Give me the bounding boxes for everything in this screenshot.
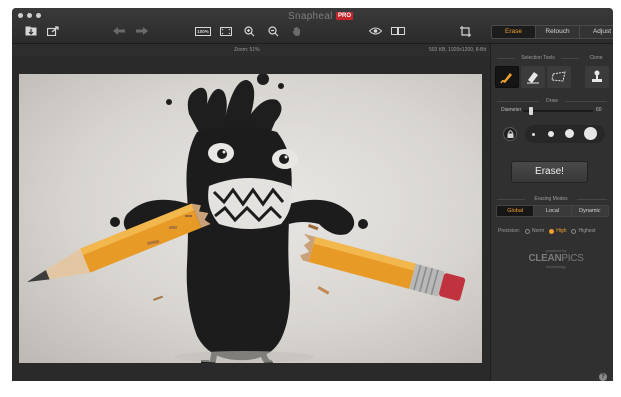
crop-icon (459, 25, 471, 37)
logo-name-bold: CLEAN (528, 253, 562, 264)
app-window: Snapheal PRO 100% Erase Retouch Adjust Z… (12, 8, 613, 381)
lasso-tool-button[interactable] (547, 66, 571, 88)
preview-button[interactable] (367, 24, 383, 38)
undo-icon (113, 27, 125, 35)
diameter-slider[interactable] (523, 110, 593, 112)
precision-norm-radio[interactable] (524, 228, 530, 234)
precision-label: Precision: (498, 228, 520, 234)
precision-high-radio[interactable] (549, 228, 555, 234)
zoom-window-button[interactable] (36, 13, 41, 18)
pro-badge: PRO (336, 12, 354, 20)
clone-label: Clone (589, 55, 603, 61)
help-button[interactable]: ? (599, 373, 607, 381)
mode-global[interactable]: Global (497, 206, 535, 216)
redo-button[interactable] (134, 24, 150, 38)
erase-panel: Selection Tools Clone Draw Diameter 60 E… (490, 44, 613, 381)
eraser-icon (527, 72, 539, 84)
title-bar: Snapheal PRO 100% Erase Retouch Adjust (12, 8, 613, 44)
tab-erase[interactable]: Erase (492, 26, 536, 38)
app-title: Snapheal (288, 11, 333, 22)
crop-button[interactable] (458, 24, 472, 38)
import-icon (25, 26, 37, 36)
selection-tools-label: Selection Tools (521, 55, 555, 61)
logo-subline: technology (546, 264, 566, 269)
stamp-icon (592, 70, 602, 82)
info-bar: Zoom: 51% 503 KB, 1920x1200, 8-Bit (12, 44, 490, 56)
undo-button[interactable] (111, 24, 127, 38)
import-button[interactable] (24, 24, 38, 38)
brush-tool-button[interactable] (495, 66, 519, 88)
cleanpics-logo: powered by CLEANPICS technology (526, 248, 586, 270)
diameter-value: 60 (596, 107, 602, 113)
zoom-out-icon (267, 25, 278, 36)
draw-label: Draw (546, 98, 558, 104)
precision-row: Precision: Norm High Highest (498, 228, 595, 234)
diameter-slider-thumb[interactable] (529, 107, 534, 115)
actual-size-icon: 100% (195, 26, 211, 36)
compare-button[interactable] (390, 24, 406, 38)
logo-name-thin: PICS (561, 253, 584, 264)
share-button[interactable] (46, 24, 60, 38)
preview-eye-icon (368, 27, 382, 35)
mode-dynamic[interactable]: Dynamic (571, 206, 608, 216)
brush-size-small[interactable] (548, 131, 554, 137)
zoom-level: Zoom: 51% (234, 47, 260, 53)
actual-size-button[interactable]: 100% (194, 24, 212, 38)
zoom-in-icon (243, 25, 254, 36)
canvas-area[interactable] (12, 56, 490, 381)
clone-stamp-button[interactable] (585, 66, 609, 88)
photo-illustration (27, 74, 466, 363)
close-window-button[interactable] (18, 13, 23, 18)
file-info: 503 KB, 1920x1200, 8-Bit (429, 47, 486, 53)
precision-high-label[interactable]: High (556, 228, 566, 234)
precision-highest-radio[interactable] (571, 228, 577, 234)
zoom-out-button[interactable] (266, 24, 280, 38)
zoom-in-button[interactable] (242, 24, 256, 38)
lock-icon (507, 130, 513, 138)
brush-size-medium[interactable] (565, 129, 574, 138)
diameter-label: Diameter (501, 107, 522, 113)
erasing-mode-selector: Global Local Dynamic (496, 205, 609, 217)
precision-highest-label[interactable]: Highest (578, 228, 595, 234)
pan-hand-icon (292, 26, 300, 36)
panel-tabs: Erase Retouch Adjust (491, 25, 613, 39)
redo-icon (136, 27, 148, 35)
tab-adjust[interactable]: Adjust (580, 26, 613, 38)
brush-size-presets (525, 125, 605, 143)
precision-norm-label[interactable]: Norm (532, 228, 544, 234)
brush-size-tiny[interactable] (532, 133, 535, 136)
photo-canvas[interactable] (19, 74, 482, 363)
fit-screen-button[interactable] (218, 24, 234, 38)
minimize-window-button[interactable] (27, 13, 32, 18)
erasing-modes-label: Erasing Modes (534, 196, 568, 202)
lock-brush-button[interactable] (503, 127, 517, 141)
brush-size-large[interactable] (584, 127, 597, 140)
erase-button[interactable]: Erase! (511, 161, 588, 183)
share-icon (47, 26, 59, 36)
tab-retouch[interactable]: Retouch (536, 26, 580, 38)
eraser-tool-button[interactable] (521, 66, 545, 88)
compare-icon (391, 27, 405, 35)
lasso-icon (551, 71, 566, 82)
fit-screen-icon (220, 26, 232, 36)
brush-icon (500, 73, 512, 84)
mode-local[interactable]: Local (534, 206, 572, 216)
pan-hand-button[interactable] (290, 24, 304, 38)
